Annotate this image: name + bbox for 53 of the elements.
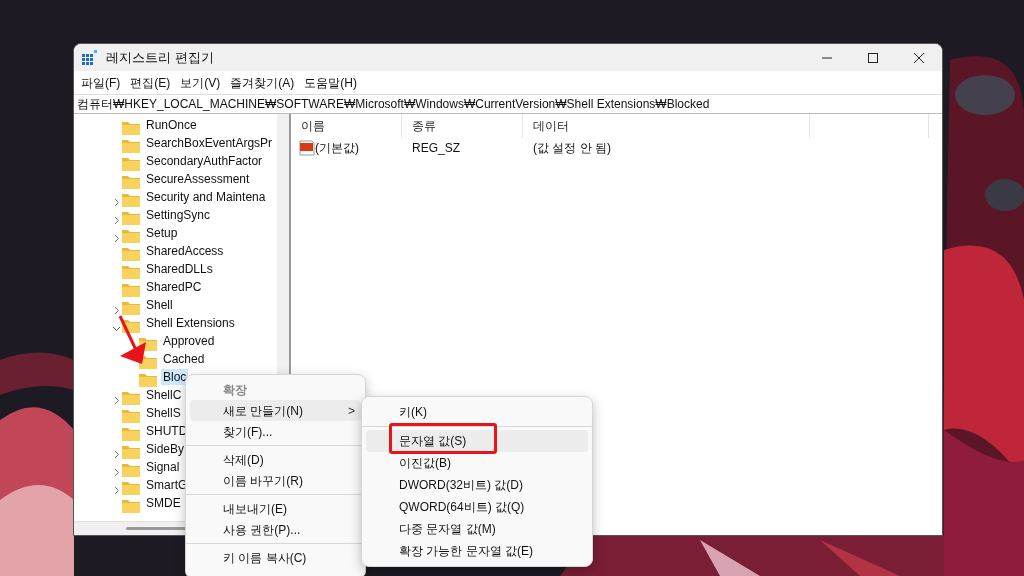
menu-item[interactable]: 확장 가능한 문자열 값(E) [366, 540, 588, 562]
menu-item[interactable]: 삭제(D) [190, 449, 361, 470]
tree-item[interactable]: SearchBoxEventArgsPr [144, 135, 275, 151]
table-cell-text: REG_SZ [411, 140, 461, 157]
tree-item[interactable]: Shell Extensions [144, 315, 237, 331]
tree-item[interactable]: SecondaryAuthFactor [144, 153, 265, 169]
string-value-icon [299, 140, 315, 156]
tree-item[interactable]: Setup [144, 225, 180, 241]
menu-item[interactable]: 찾기(F)... [190, 421, 361, 442]
tree-item[interactable]: Security and Maintena [144, 189, 268, 205]
tree-item[interactable]: ShellS [144, 405, 183, 421]
address-bar[interactable]: 컴퓨터₩HKEY_LOCAL_MACHINE₩SOFTWARE₩Microsoft₩Windows₩CurrentVersion₩Shell Extensions₩Blocked [74, 94, 942, 114]
menu-item[interactable]: 키 이름 복사(C) [190, 547, 361, 568]
menu-item[interactable]: 이진값(B) [366, 452, 588, 474]
column-header[interactable]: 이름 [291, 114, 402, 138]
menu-item[interactable]: 문자열 값(S) [366, 430, 588, 452]
tree-item[interactable]: Bloc [161, 369, 189, 385]
maximize-icon [868, 52, 878, 63]
tree-item[interactable]: SideBy [144, 441, 187, 457]
menu-item[interactable]: DWORD(32비트) 값(D) [366, 474, 588, 496]
menu-item[interactable]: QWORD(64비트) 값(Q) [366, 496, 588, 518]
menu-item[interactable]: 파일(F) [76, 73, 126, 92]
tree-item[interactable]: ShellC [144, 387, 184, 403]
menu-item[interactable]: 새로 만들기(N) > [190, 400, 361, 421]
table-cell-text: (값 설정 안 됨) [532, 140, 612, 157]
tree-item[interactable]: Cached [161, 351, 207, 367]
column-header[interactable]: 데이터 [523, 114, 810, 138]
app-icon [82, 49, 98, 66]
tree-item[interactable]: SharedDLLs [144, 261, 215, 277]
menu-item[interactable]: 보기(V) [175, 73, 226, 92]
menu-item[interactable]: 즐겨찾기(A) [225, 73, 300, 92]
tree-item[interactable]: Signal [144, 459, 182, 475]
window-title: 레지스트리 편집기 [106, 48, 214, 67]
tree-item[interactable]: Approved [161, 333, 217, 349]
tree-item[interactable]: SecureAssessment [144, 171, 252, 187]
close-icon [914, 52, 924, 63]
tree-item[interactable]: Shell [144, 297, 175, 313]
menu-item[interactable]: 도움말(H) [299, 73, 362, 92]
tree-item[interactable]: SharedPC [144, 279, 204, 295]
menu-item[interactable]: 편집(E) [125, 73, 176, 92]
tree-item[interactable]: SharedAccess [144, 243, 226, 259]
menu-item[interactable]: 다중 문자열 값(M) [366, 518, 588, 540]
column-header[interactable]: 종류 [402, 114, 523, 138]
menu-item[interactable]: 내보내기(E) [190, 498, 361, 519]
tree-item[interactable]: SettingSync [144, 207, 213, 223]
tree-item[interactable]: SmartG [144, 477, 190, 493]
value-name[interactable]: (기본값) [315, 139, 359, 157]
menu-item[interactable]: 키(K) [366, 401, 588, 423]
tree-item[interactable]: SMDE [144, 495, 183, 511]
menu-item[interactable]: 사용 권한(P)... [190, 519, 361, 540]
submenu-arrow: > [348, 402, 355, 420]
tree-item[interactable]: RunOnce [144, 117, 199, 133]
menu-item[interactable]: 이름 바꾸기(R) [190, 470, 361, 491]
